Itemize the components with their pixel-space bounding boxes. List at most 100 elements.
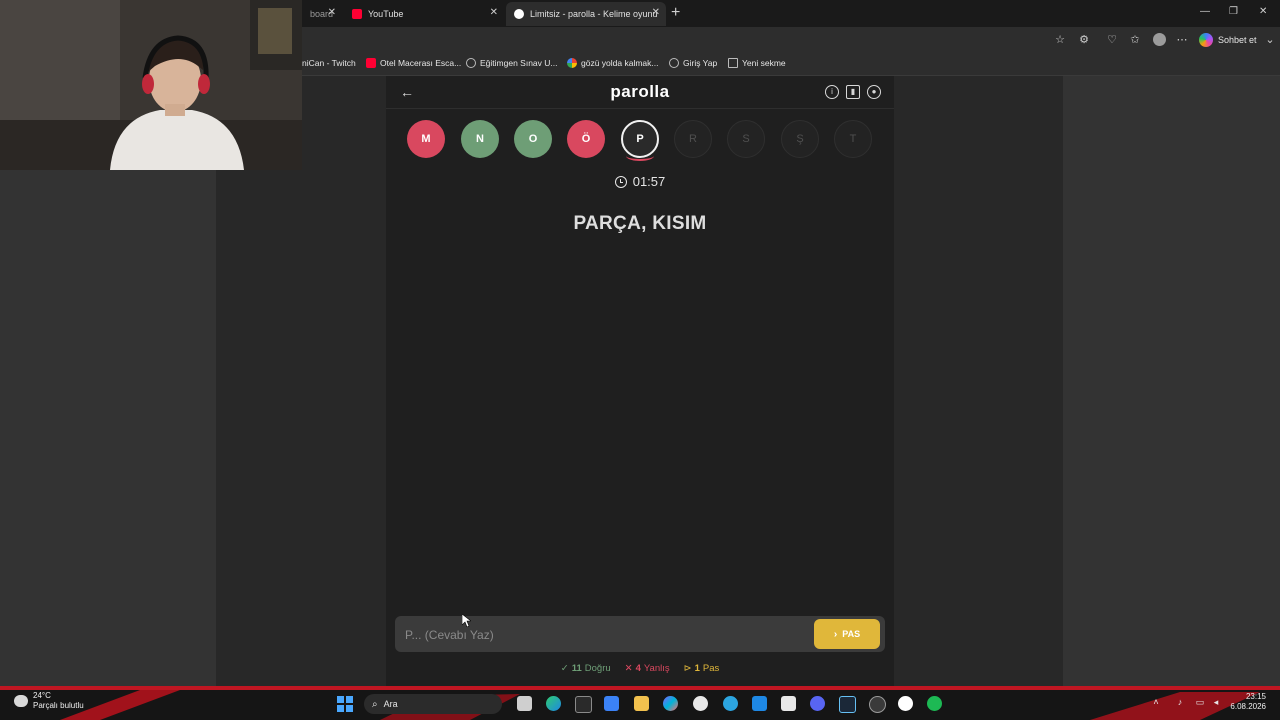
webcam-overlay bbox=[0, 0, 302, 170]
steam-icon[interactable] bbox=[839, 696, 856, 713]
favorites-icon[interactable]: ✩ bbox=[1128, 33, 1142, 47]
timer-value: 01:57 bbox=[632, 174, 666, 189]
bookmark-giris-yap[interactable]: Giriş Yap bbox=[669, 58, 717, 68]
obs-icon[interactable] bbox=[869, 696, 886, 713]
chevron-down-icon[interactable]: ⌄ bbox=[1263, 33, 1277, 47]
store-icon[interactable] bbox=[604, 696, 619, 711]
task-view-icon[interactable] bbox=[517, 696, 532, 711]
search-label: Ara bbox=[383, 699, 398, 709]
network-icon[interactable]: ▭ bbox=[1195, 697, 1205, 707]
game-panel: ← parolla i ▮ ● M N O Ö P R S Ş T 01:57 … bbox=[386, 76, 894, 686]
correct-count: ✓ 11 Doğru bbox=[561, 663, 611, 674]
letter-text: N bbox=[476, 133, 484, 145]
letter-circle-s: S bbox=[727, 120, 765, 158]
close-icon[interactable]: ✕ bbox=[328, 7, 336, 18]
close-icon[interactable]: ✕ bbox=[652, 7, 660, 18]
correct-label: Doğru bbox=[584, 663, 611, 674]
clock[interactable]: 23:15 6.08.2026 bbox=[1230, 692, 1266, 712]
letter-circle-n: N bbox=[461, 120, 499, 158]
spotify-icon[interactable] bbox=[927, 696, 942, 711]
letter-text: Ş bbox=[796, 133, 804, 145]
telegram-icon[interactable] bbox=[723, 696, 738, 711]
stats-chart-icon[interactable]: ▮ bbox=[846, 85, 860, 99]
favorite-star-icon[interactable]: ☆ bbox=[1053, 33, 1067, 47]
letter-circle-r: R bbox=[674, 120, 712, 158]
correct-number: 11 bbox=[571, 663, 582, 674]
parolla-favicon-icon bbox=[514, 9, 524, 19]
chevron-up-icon[interactable]: ˄ bbox=[1151, 697, 1161, 707]
wrong-label: Yanlış bbox=[643, 663, 670, 674]
pass-button[interactable]: › PAS bbox=[814, 619, 880, 649]
letter-circle-o: O bbox=[514, 120, 552, 158]
letter-text: O bbox=[528, 133, 538, 145]
letter-circle-o-umlaut: Ö bbox=[567, 120, 605, 158]
tab-youtube[interactable]: YouTube ✕ bbox=[344, 2, 504, 26]
minimize-icon[interactable]: — bbox=[1200, 6, 1210, 17]
app-icon[interactable] bbox=[898, 696, 913, 711]
letter-text: T bbox=[849, 133, 857, 145]
tab-parolla[interactable]: Limitsiz - parolla - Kelime oyunu ✕ bbox=[506, 2, 666, 26]
letter-text: P bbox=[636, 133, 644, 145]
globe-icon bbox=[466, 58, 476, 68]
header-divider bbox=[386, 108, 894, 109]
letter-text: R bbox=[689, 133, 697, 145]
globe-icon bbox=[669, 58, 679, 68]
tab-dashboard[interactable]: board ✕ bbox=[302, 2, 342, 26]
bookmark-egitimgen[interactable]: Eğitimgen Sınav U... bbox=[466, 58, 557, 68]
new-tab-plus-icon[interactable]: + bbox=[671, 5, 680, 21]
browser-essentials-icon[interactable]: ♡ bbox=[1105, 33, 1119, 47]
clock-time: 23:15 bbox=[1245, 692, 1266, 701]
question-clue: PARÇA, KISIM bbox=[573, 213, 707, 234]
vscode-icon[interactable] bbox=[752, 696, 767, 711]
info-icon[interactable]: i bbox=[825, 85, 839, 99]
copilot-app-icon[interactable] bbox=[663, 696, 678, 711]
window-close-icon[interactable]: ✕ bbox=[1259, 6, 1267, 17]
copilot-icon bbox=[1199, 33, 1213, 47]
chevron-right-icon: › bbox=[833, 628, 838, 640]
letter-circle-m: M bbox=[407, 120, 445, 158]
weather-widget[interactable]: 24°C Parçalı bulutlu bbox=[14, 691, 84, 711]
bookmark-escape-game[interactable]: Otel Macerası Esca... bbox=[366, 58, 461, 68]
more-options-icon[interactable]: ⋯ bbox=[1175, 33, 1189, 47]
bookmark-label: niCan - Twitch bbox=[302, 58, 356, 68]
bookmark-yeni-sekme[interactable]: Yeni sekme bbox=[728, 58, 786, 68]
file-explorer-icon[interactable] bbox=[634, 696, 649, 711]
google-icon bbox=[567, 58, 577, 68]
pass-number: 1 bbox=[694, 663, 700, 674]
user-account-icon[interactable]: ● bbox=[867, 85, 881, 99]
letter-circle-t: T bbox=[834, 120, 872, 158]
bookmark-label: Yeni sekme bbox=[742, 58, 786, 68]
close-icon[interactable]: ✕ bbox=[490, 7, 498, 18]
check-icon: ✓ bbox=[560, 663, 569, 674]
right-margin bbox=[1063, 76, 1280, 686]
notepad-icon[interactable] bbox=[781, 696, 796, 711]
youtube-icon bbox=[366, 58, 376, 68]
taskbar-search[interactable]: ⌕ Ara bbox=[364, 694, 502, 714]
profile-icon[interactable] bbox=[1152, 33, 1166, 47]
microphone-icon[interactable]: ♪ bbox=[1175, 697, 1185, 707]
copilot-chat-button[interactable]: Sohbet et bbox=[1199, 32, 1257, 48]
windows-start-icon[interactable] bbox=[337, 696, 353, 712]
letter-circle-s-cedilla: Ş bbox=[781, 120, 819, 158]
cross-icon: ✕ bbox=[624, 663, 633, 674]
tab-title: Limitsiz - parolla - Kelime oyunu bbox=[530, 9, 658, 19]
streamer-camera-image bbox=[0, 0, 302, 170]
settings-app-icon[interactable] bbox=[693, 696, 708, 711]
discord-icon[interactable] bbox=[810, 696, 825, 711]
score-summary: ✓ 11 Doğru ✕ 4 Yanlış ⊳ 1 Pas bbox=[386, 663, 894, 674]
terminal-icon[interactable] bbox=[575, 696, 592, 713]
bookmark-gozu-yolda[interactable]: gözü yolda kalmak... bbox=[567, 58, 658, 68]
cloud-sun-icon bbox=[14, 695, 28, 707]
bookmark-twitch[interactable]: niCan - Twitch bbox=[302, 58, 356, 68]
pass-count: ⊳ 1 Pas bbox=[684, 663, 720, 674]
weather-temperature: 24°C bbox=[33, 691, 51, 700]
pass-button-label: PAS bbox=[842, 629, 861, 639]
restore-icon[interactable]: ❐ bbox=[1229, 6, 1238, 17]
volume-icon[interactable]: ◂ bbox=[1211, 697, 1221, 707]
extensions-icon[interactable]: ⚙ bbox=[1077, 33, 1091, 47]
edge-browser-icon[interactable] bbox=[546, 696, 561, 711]
letter-text: Ö bbox=[581, 133, 591, 145]
search-icon: ⌕ bbox=[372, 698, 378, 710]
clock-icon bbox=[614, 175, 627, 188]
weather-description: Parçalı bulutlu bbox=[33, 701, 84, 710]
